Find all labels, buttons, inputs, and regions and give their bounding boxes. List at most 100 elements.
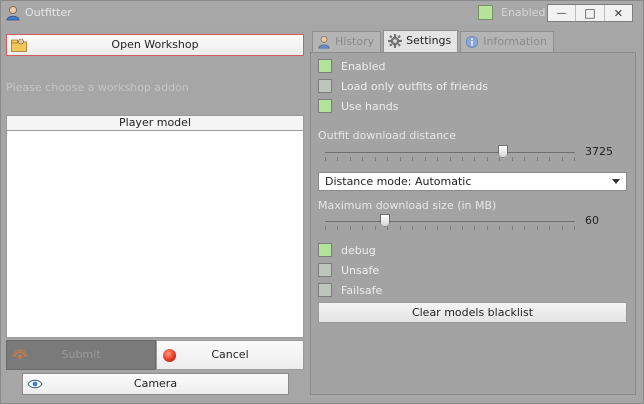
slider-tick bbox=[499, 226, 500, 230]
slider-tick bbox=[537, 226, 538, 230]
enabled-checkbox[interactable] bbox=[318, 59, 332, 73]
chevron-down-icon bbox=[612, 179, 620, 184]
tab-information[interactable]: Information bbox=[460, 31, 554, 52]
maximize-button[interactable]: □ bbox=[576, 5, 605, 21]
eye-icon bbox=[27, 379, 43, 389]
tab-bar: History Settings Information bbox=[312, 30, 556, 52]
slider-tick bbox=[524, 226, 525, 230]
friends-only-checkbox[interactable] bbox=[318, 79, 332, 93]
close-icon: ✕ bbox=[613, 6, 623, 20]
slider-tick bbox=[562, 226, 563, 230]
slider-tick bbox=[462, 226, 463, 230]
slider-tick bbox=[537, 157, 538, 161]
tab-settings[interactable]: Settings bbox=[383, 30, 459, 52]
slider-tick bbox=[562, 157, 563, 161]
failsafe-checkbox-label: Failsafe bbox=[341, 283, 383, 297]
outfitter-window: Outfitter Enabled — □ ✕ Open Workshop Pl… bbox=[0, 0, 644, 404]
broadcast-icon bbox=[12, 349, 28, 359]
submit-button[interactable]: Submit bbox=[6, 340, 156, 370]
tab-history-label: History bbox=[335, 35, 375, 48]
enabled-toggle[interactable] bbox=[478, 5, 493, 20]
failsafe-checkbox[interactable] bbox=[318, 283, 332, 297]
unsafe-checkbox-row[interactable]: Unsafe bbox=[318, 262, 379, 278]
friends-only-checkbox-row[interactable]: Load only outfits of friends bbox=[318, 78, 488, 94]
slider-tick bbox=[400, 157, 401, 161]
download-distance-value: 3725 bbox=[585, 145, 613, 158]
slider-tick bbox=[412, 157, 413, 161]
slider-tick bbox=[574, 226, 575, 230]
max-download-size-slider-handle[interactable] bbox=[380, 214, 390, 227]
slider-tick bbox=[387, 226, 388, 230]
unsafe-checkbox[interactable] bbox=[318, 263, 332, 277]
enabled-toggle-label: Enabled bbox=[501, 6, 546, 19]
slider-tick bbox=[474, 157, 475, 161]
title-bar[interactable]: Outfitter Enabled — □ ✕ bbox=[1, 1, 643, 25]
slider-tick bbox=[524, 157, 525, 161]
choose-addon-hint: Please choose a workshop addon bbox=[6, 81, 189, 94]
download-distance-slider[interactable] bbox=[325, 145, 575, 163]
distance-mode-dropdown[interactable]: Distance mode: Automatic bbox=[318, 172, 627, 191]
tab-information-label: Information bbox=[483, 35, 547, 48]
slider-tick bbox=[450, 226, 451, 230]
max-download-size-value: 60 bbox=[585, 214, 599, 227]
slider-tick bbox=[350, 226, 351, 230]
slider-tick bbox=[362, 157, 363, 161]
slider-tick bbox=[350, 157, 351, 161]
tab-history[interactable]: History bbox=[312, 31, 382, 52]
debug-checkbox[interactable] bbox=[318, 243, 332, 257]
failsafe-checkbox-row[interactable]: Failsafe bbox=[318, 282, 382, 298]
slider-tick bbox=[487, 226, 488, 230]
use-hands-checkbox-row[interactable]: Use hands bbox=[318, 98, 398, 114]
use-hands-checkbox[interactable] bbox=[318, 99, 332, 113]
user-icon bbox=[318, 35, 330, 49]
download-distance-label: Outfit download distance bbox=[318, 129, 456, 142]
info-icon bbox=[466, 35, 479, 49]
slider-tick bbox=[387, 157, 388, 161]
debug-checkbox-label: debug bbox=[341, 243, 376, 257]
camera-button[interactable]: Camera bbox=[22, 373, 289, 395]
user-icon bbox=[6, 6, 20, 21]
slider-tick bbox=[549, 157, 550, 161]
clear-blacklist-button[interactable]: Clear models blacklist bbox=[318, 302, 627, 323]
slider-tick bbox=[437, 226, 438, 230]
slider-tick bbox=[412, 226, 413, 230]
slider-tick bbox=[425, 157, 426, 161]
enabled-checkbox-label: Enabled bbox=[341, 59, 386, 73]
slider-tick bbox=[375, 226, 376, 230]
slider-tick bbox=[425, 226, 426, 230]
player-model-header[interactable]: Player model bbox=[6, 115, 304, 131]
stop-icon bbox=[163, 349, 176, 362]
slider-tick bbox=[337, 226, 338, 230]
tab-settings-label: Settings bbox=[406, 34, 452, 47]
clear-blacklist-label: Clear models blacklist bbox=[411, 306, 534, 319]
open-workshop-label: Open Workshop bbox=[111, 38, 199, 51]
slider-tick bbox=[400, 226, 401, 230]
max-download-size-slider[interactable] bbox=[325, 214, 575, 232]
slider-tick bbox=[512, 157, 513, 161]
player-model-list[interactable] bbox=[6, 131, 304, 338]
slider-tick bbox=[512, 226, 513, 230]
debug-checkbox-row[interactable]: debug bbox=[318, 242, 376, 258]
max-download-size-label: Maximum download size (in MB) bbox=[318, 199, 497, 212]
cancel-label: Cancel bbox=[211, 348, 249, 361]
slider-tick bbox=[474, 226, 475, 230]
enabled-checkbox-row[interactable]: Enabled bbox=[318, 58, 385, 74]
slider-tick bbox=[325, 226, 326, 230]
slider-tick bbox=[499, 157, 500, 161]
slider-tick bbox=[450, 157, 451, 161]
minimize-icon: — bbox=[556, 7, 567, 19]
folder-user-icon bbox=[11, 38, 27, 52]
open-workshop-button[interactable]: Open Workshop bbox=[6, 34, 304, 56]
minimize-button[interactable]: — bbox=[548, 5, 577, 21]
maximize-icon: □ bbox=[584, 6, 596, 20]
friends-only-checkbox-label: Load only outfits of friends bbox=[341, 79, 489, 93]
slider-tick bbox=[574, 157, 575, 161]
slider-tick bbox=[375, 157, 376, 161]
window-controls: — □ ✕ bbox=[547, 4, 633, 22]
slider-tick bbox=[337, 157, 338, 161]
close-button[interactable]: ✕ bbox=[605, 5, 632, 21]
submit-label: Submit bbox=[61, 348, 101, 361]
cancel-button[interactable]: Cancel bbox=[156, 340, 304, 370]
window-title: Outfitter bbox=[25, 6, 72, 19]
camera-label: Camera bbox=[133, 377, 178, 390]
